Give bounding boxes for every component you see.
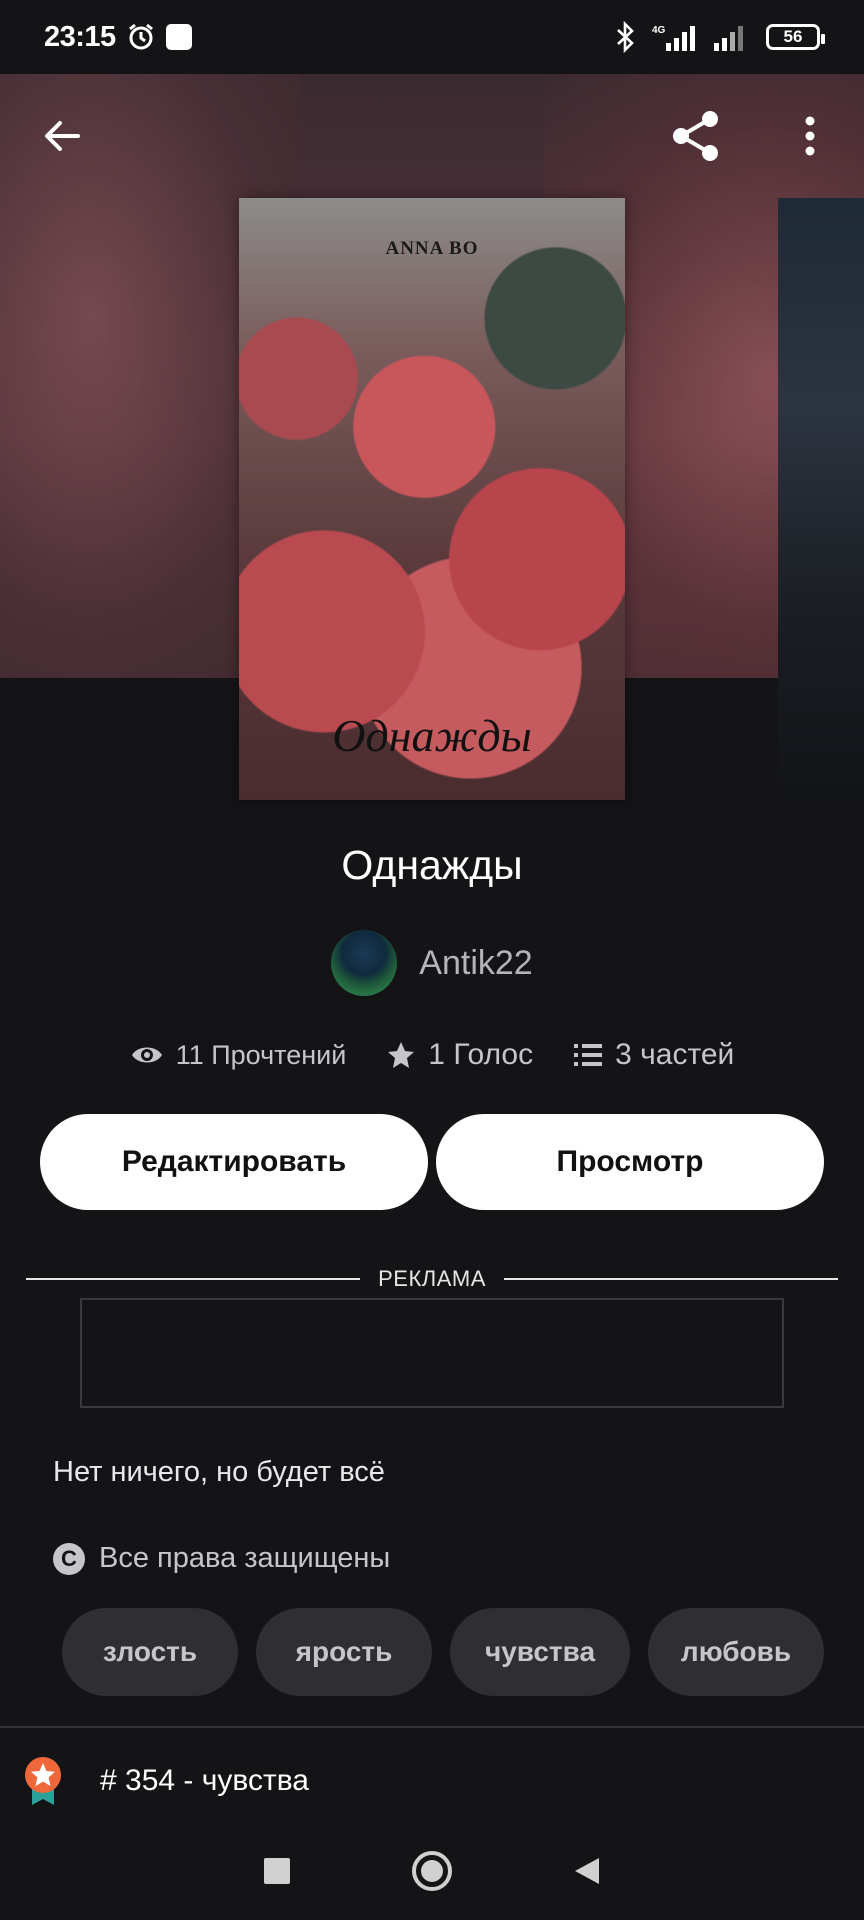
back-button[interactable] [32,106,92,166]
tag-chip[interactable]: ярость [256,1608,432,1696]
battery-level: 56 [783,27,803,46]
system-nav-bar [0,1826,864,1920]
votes-stat: 1 Голос [386,1038,533,1072]
parts-count: 3 частей [615,1038,735,1071]
eye-icon [131,1047,162,1063]
more-options-button[interactable] [780,106,840,166]
parts-stat[interactable]: 3 частей [573,1038,734,1072]
battery-icon: 56 [766,24,825,50]
arrow-left-icon [45,121,80,151]
network-type-label: 4G [652,25,666,36]
share-icon [673,111,718,161]
list-icon [574,1044,603,1066]
bluetooth-icon [617,21,634,53]
edit-button[interactable]: Редактировать [40,1114,428,1210]
alarm-icon [128,23,153,50]
share-button[interactable] [666,106,726,166]
author-avatar[interactable] [331,930,398,996]
author-name[interactable]: Antik22 [419,944,532,983]
copyright-icon: C [53,1542,85,1575]
cover-title: Однажды [332,710,532,761]
signal-4g-icon: 4G [652,25,695,51]
square-icon [264,1857,290,1884]
reads-count: 11 Прочтений [175,1039,347,1070]
status-time: 23:15 [44,20,116,53]
reads-stat: 11 Прочтений [130,1039,347,1071]
cover-author: ANNA BO [385,238,479,259]
ad-divider: РЕКЛАМА [26,1266,838,1292]
book-title: Однажды [341,842,523,888]
divider-line [503,1278,838,1280]
rank-badge-icon [25,1757,61,1805]
copyright-text: Все права защищены [99,1542,391,1574]
votes-count: 1 Голос [428,1038,534,1071]
more-vertical-icon [805,116,815,156]
ranking-row[interactable]: # 354 - чувства [0,1726,864,1834]
ad-slot[interactable] [80,1298,784,1408]
home-button[interactable] [411,1850,453,1897]
tag-chip[interactable]: злость [62,1608,238,1696]
triangle-back-icon [575,1857,599,1884]
status-bar: 23:15 4G 56 [0,0,864,74]
ad-label: РЕКЛАМА [378,1266,486,1291]
book-cover[interactable]: ANNA BO Однажды [239,198,625,800]
preview-button[interactable]: Просмотр [436,1114,824,1210]
story-description: Нет ничего, но будет всё [53,1456,385,1488]
tag-list: злость ярость чувства любовь [62,1608,824,1696]
tag-chip[interactable]: любовь [648,1608,824,1696]
notification-icon [165,24,192,50]
star-icon [388,1042,415,1068]
signal-icon [714,26,743,51]
story-stats: 11 Прочтений 1 Голос 3 частей [0,1038,864,1072]
home-circle-icon [412,1850,452,1891]
action-buttons: Редактировать Просмотр [40,1114,824,1210]
next-book-cover[interactable] [778,198,864,800]
recents-button[interactable] [263,1857,291,1890]
rank-text: # 354 - чувства [100,1764,309,1797]
divider-line [26,1278,361,1280]
author-row[interactable]: Antik22 [0,930,864,996]
back-nav-button[interactable] [573,1856,601,1891]
tag-chip[interactable]: чувства [450,1608,630,1696]
copyright-row: C Все права защищены [53,1542,390,1575]
